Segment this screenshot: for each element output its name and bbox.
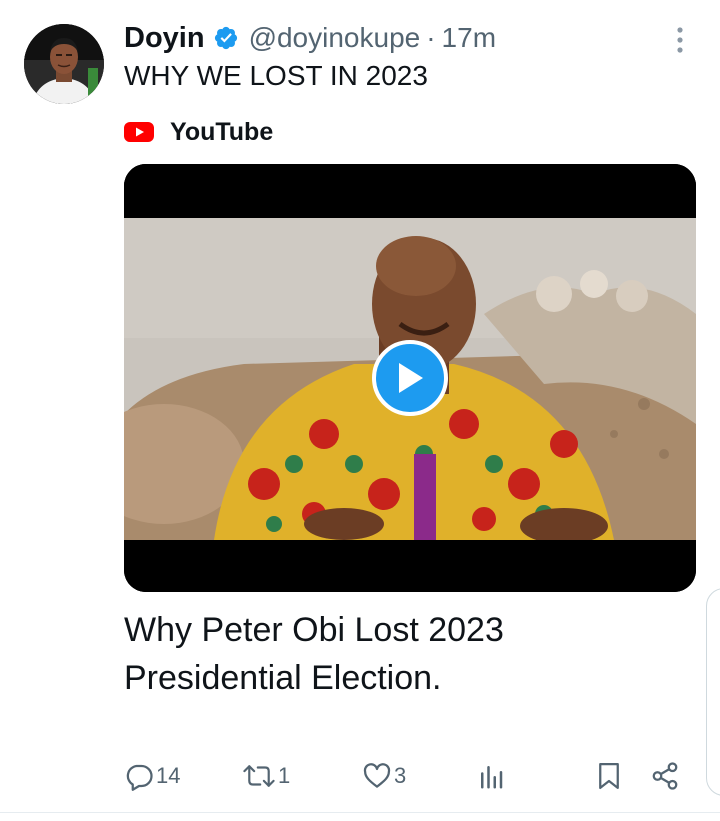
- adjacent-card-edge: [706, 588, 720, 796]
- header-separator: ·: [426, 22, 436, 53]
- repost-count: 1: [278, 763, 291, 788]
- heart-icon: [363, 763, 391, 788]
- reply-count: 14: [156, 763, 181, 788]
- views-button[interactable]: [478, 752, 504, 800]
- analytics-icon: [481, 766, 503, 789]
- reply-button[interactable]: 14: [124, 752, 180, 800]
- reply-icon: [126, 764, 153, 791]
- play-icon: [399, 363, 423, 393]
- author-display-name[interactable]: Doyin: [124, 22, 205, 55]
- like-button[interactable]: 3: [362, 752, 406, 800]
- avatar-image: [24, 24, 104, 104]
- youtube-icon: [124, 121, 154, 143]
- author-handle[interactable]: @doyinokupe: [249, 22, 421, 54]
- card-source-label: YouTube: [170, 117, 274, 146]
- bookmark-button[interactable]: [596, 752, 622, 800]
- tweet-header: Doyin @doyinokupe · 17m: [124, 20, 496, 56]
- repost-icon: [243, 765, 275, 787]
- video-thumbnail[interactable]: [124, 164, 696, 592]
- repost-button[interactable]: 1: [242, 752, 290, 800]
- share-button[interactable]: [650, 752, 680, 800]
- verified-badge-icon: [213, 25, 239, 51]
- bookmark-icon: [599, 763, 619, 789]
- author-avatar[interactable]: [24, 24, 104, 104]
- card-title[interactable]: Why Peter Obi Lost 2023 Presidential Ele…: [124, 606, 684, 702]
- tweet-divider: [0, 812, 720, 813]
- tweet-timestamp[interactable]: 17m: [442, 22, 496, 54]
- tweet-text: WHY WE LOST IN 2023: [124, 60, 428, 91]
- card-source[interactable]: YouTube: [124, 114, 273, 150]
- more-vertical-icon: [677, 27, 683, 53]
- tweet: Doyin @doyinokupe · 17m WHY WE LOST IN 2…: [0, 0, 720, 821]
- like-count: 3: [394, 763, 407, 788]
- tweet-actions: 14 1 3: [0, 752, 720, 800]
- play-button[interactable]: [372, 340, 448, 416]
- share-icon: [652, 762, 678, 790]
- more-options-button[interactable]: [668, 24, 692, 56]
